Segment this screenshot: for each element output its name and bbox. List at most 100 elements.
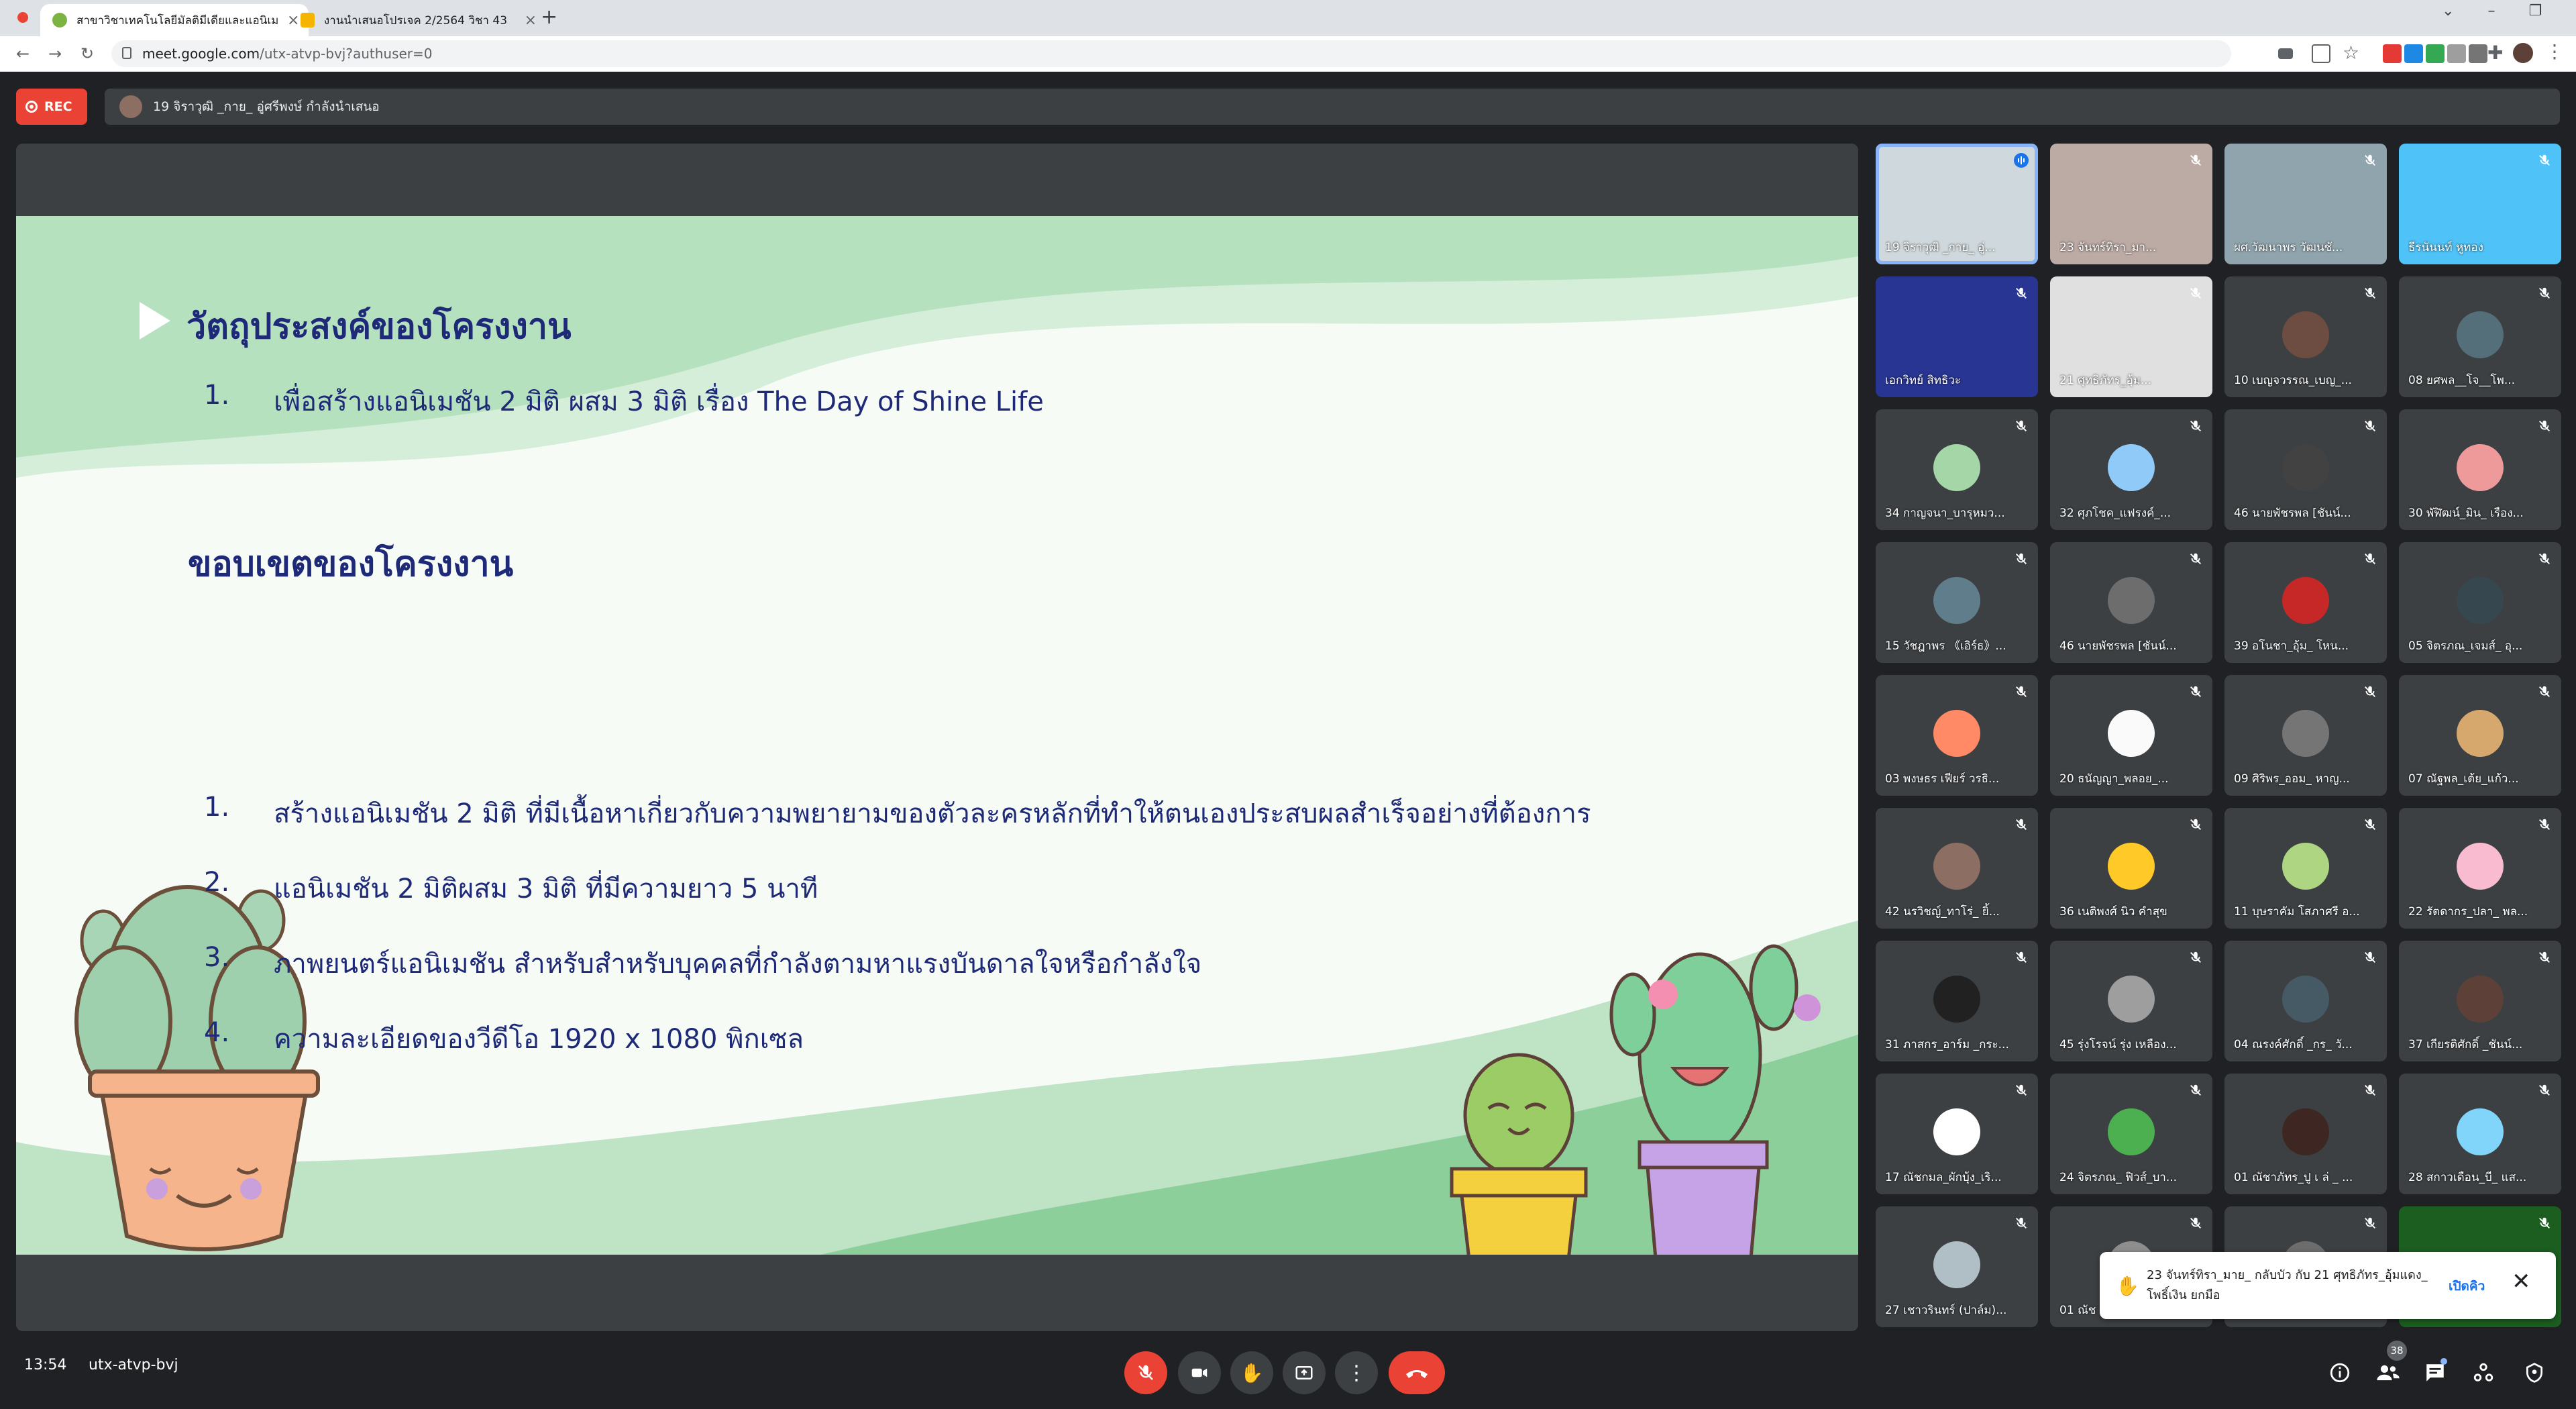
restore-icon[interactable]: ❐ <box>2528 3 2542 19</box>
participant-tile[interactable]: 09 ศิริพร_ออม_ หาญ... <box>2224 675 2387 796</box>
participant-tile[interactable]: 37 เกียรติศักดิ์ _ชันน์... <box>2399 941 2561 1061</box>
presenting-text: 19 จิราวุฒิ _กาย_ อู่ศรีพงษ์ กำลังนำเสนอ <box>153 99 380 114</box>
window-controls: ⌄ – ❐ ✕ <box>2442 3 2576 19</box>
url-path: /utx-atvp-bvj?authuser=0 <box>260 46 433 62</box>
omnibox[interactable]: meet.google.com/utx-atvp-bvj?authuser=0 <box>111 40 2231 67</box>
browser-menu-icon[interactable]: ⋮ <box>2545 40 2564 62</box>
open-queue-button[interactable]: เปิดคิว <box>2449 1276 2485 1296</box>
mic-toggle-button[interactable] <box>1124 1351 1167 1394</box>
participant-name: 45 รุ่งโรจน์ รุ่ง เหลือง... <box>2059 1038 2177 1051</box>
participant-tile[interactable]: 45 รุ่งโรจน์ รุ่ง เหลือง... <box>2050 941 2212 1061</box>
participant-avatar <box>2457 843 2504 890</box>
participant-tile[interactable]: 36 เนติพงศ์ นิว คำสุข <box>2050 808 2212 929</box>
slide-background-art <box>16 216 1858 1255</box>
participant-tile[interactable]: 07 ณัฐพล_เต้ย_แก้ว... <box>2399 675 2561 796</box>
slide-heading-objectives: วัตถุประสงค์ของโครงงาน <box>186 307 572 347</box>
meeting-details-icon[interactable] <box>2322 1355 2357 1390</box>
participant-tile[interactable]: 27 เชาวรินทร์ (ปาล์ม)... <box>1876 1206 2038 1327</box>
participant-tile[interactable]: 30 พัฬิฒน์_มิน_ เรือง... <box>2399 409 2561 530</box>
participant-tile[interactable]: 15 วัชฎาพร 《เอิร์ธ》... <box>1876 542 2038 663</box>
drive-extension-icon[interactable] <box>2426 44 2445 63</box>
mic-muted-icon <box>2014 1216 2029 1231</box>
tab-search-icon[interactable]: ⌄ <box>2442 3 2454 19</box>
camera-toggle-button[interactable] <box>1178 1351 1221 1394</box>
participant-tile[interactable]: 21 ศุทธิภัทร_อุ้ม... <box>2050 276 2212 397</box>
participant-tile[interactable]: 28 สกาวเดือน_บี_ แส... <box>2399 1074 2561 1194</box>
participant-tile[interactable]: 34 กาญจนา_บารุหมว... <box>1876 409 2038 530</box>
scope-number: 2. <box>204 867 230 898</box>
recording-indicator[interactable]: REC <box>16 89 87 125</box>
close-tab-icon[interactable]: × <box>525 12 537 29</box>
close-notification-icon[interactable]: ✕ <box>2512 1268 2531 1295</box>
participant-tile[interactable]: 32 ศุภโชค_แฟรงค์_... <box>2050 409 2212 530</box>
hand-raise-notification: ✋ 23 จันทร์ทิรา_มาย_ กลับบัว กับ 21 ศุทธ… <box>2100 1252 2556 1319</box>
participant-name: 28 สกาวเดือน_บี_ แส... <box>2408 1171 2527 1184</box>
lock-icon[interactable] <box>122 47 131 59</box>
mic-muted-icon <box>2363 419 2377 433</box>
mic-muted-icon <box>2363 817 2377 832</box>
participant-tile[interactable]: เอกวิทย์ สิทธิวะ <box>1876 276 2038 397</box>
participant-tile[interactable]: ผศ.วัฒนาพร วัฒนชั... <box>2224 144 2387 264</box>
participant-tile[interactable]: 11 บุษราคัม โสภาศรี อ... <box>2224 808 2387 929</box>
participant-tile[interactable]: 05 จิตรภณ_เจมส์_ อุ... <box>2399 542 2561 663</box>
participant-name: 19 จิราวุฒิ _กาย_ อู่... <box>1885 241 1996 254</box>
participant-name: 34 กาญจนา_บารุหมว... <box>1885 507 2005 520</box>
raise-hand-button[interactable]: ✋ <box>1230 1351 1273 1394</box>
participant-tile[interactable]: 01 ณัชาภัทร_ปู เ ล่ _ ... <box>2224 1074 2387 1194</box>
participant-tile[interactable]: 42 นรวิชญ์_ทาโร่_ ยิ้... <box>1876 808 2038 929</box>
back-icon[interactable]: ← <box>9 40 36 67</box>
tab-slides[interactable]: งานนำเสนอโปรเจค 2/2564 วิชา 43 × <box>288 4 537 36</box>
participant-tile[interactable]: 08 ยศพล__โจ__โพ... <box>2399 276 2561 397</box>
mic-muted-icon <box>2537 950 2552 965</box>
mic-muted-icon <box>2188 286 2203 301</box>
scope-item: ภาพยนตร์แอนิเมชัน สำหรับสำหรับบุคคลที่กำ… <box>274 949 1202 980</box>
more-options-button[interactable]: ⋮ <box>1335 1351 1378 1394</box>
participant-avatar <box>2108 843 2155 890</box>
tab-meet[interactable]: สาขาวิชาเทคโนโลยีมัลติมีเดียและแอนิเม × <box>40 4 309 36</box>
new-tab-button[interactable]: + <box>541 5 557 29</box>
participant-tile[interactable]: 17 ณัชกมล_ผักบุ้ง_เริ... <box>1876 1074 2038 1194</box>
participant-tile[interactable]: 46 นายพัชรพล [ชันน์... <box>2224 409 2387 530</box>
participant-tile[interactable]: 24 จิตรภณ_ ฟิวส์_บา... <box>2050 1074 2212 1194</box>
participant-tile[interactable]: ธีรนันนท์ หูทอง <box>2399 144 2561 264</box>
share-icon[interactable] <box>2312 44 2330 63</box>
present-screen-button[interactable] <box>1283 1351 1326 1394</box>
grid-extension-icon[interactable] <box>2469 44 2487 63</box>
forward-icon[interactable]: → <box>42 40 68 67</box>
mic-muted-icon <box>2363 684 2377 699</box>
participant-tile[interactable]: 23 จันทร์ทิรา_มา... <box>2050 144 2212 264</box>
people-icon[interactable] <box>2371 1355 2406 1390</box>
participant-avatar <box>1933 976 1980 1023</box>
cast-extension-icon[interactable] <box>2447 44 2466 63</box>
hang-up-icon <box>1406 1370 1428 1378</box>
meet-extension-icon[interactable] <box>2404 44 2423 63</box>
participant-tile[interactable]: 31 ภาสกร_อาร์ม _กระ... <box>1876 941 2038 1061</box>
participant-tile[interactable]: 19 จิราวุฒิ _กาย_ อู่... <box>1876 144 2038 264</box>
activities-icon[interactable] <box>2466 1355 2501 1390</box>
chat-icon[interactable] <box>2418 1355 2453 1390</box>
participant-tile[interactable]: 03 พงษธร เฟียร์ วรธิ... <box>1876 675 2038 796</box>
profile-avatar[interactable] <box>2513 43 2533 63</box>
presenter-avatar <box>119 95 142 118</box>
host-controls-icon[interactable] <box>2517 1355 2552 1390</box>
participant-tile[interactable]: 10 เบญจวรรณ_เบญ_... <box>2224 276 2387 397</box>
record-icon <box>25 101 38 113</box>
participant-avatar <box>2282 444 2329 491</box>
participant-tile[interactable]: 04 ณรงค์ศักดิ์ _กร_ วั... <box>2224 941 2387 1061</box>
reload-icon[interactable]: ↻ <box>74 40 101 67</box>
minimize-icon[interactable]: – <box>2487 3 2495 19</box>
participant-name: 05 จิตรภณ_เจมส์_ อุ... <box>2408 639 2523 653</box>
extensions-puzzle-icon[interactable]: ✚ <box>2487 42 2503 64</box>
participant-tile[interactable]: 20 ธนัญญา_พลอย_... <box>2050 675 2212 796</box>
camera-permission-icon[interactable] <box>2278 48 2293 59</box>
participant-tile[interactable]: 46 นายพัชรพล [ชันน์... <box>2050 542 2212 663</box>
participant-name: 01 ณัชาภัทร_ปู เ ล่ _ ... <box>2234 1171 2353 1184</box>
participant-tile[interactable]: 22 รัตดากร_ปลา_ พล... <box>2399 808 2561 929</box>
participant-tile[interactable]: 39 อโนชา_อุ้ม_ โหน... <box>2224 542 2387 663</box>
leave-call-button[interactable] <box>1389 1351 1445 1394</box>
participant-avatar <box>2282 577 2329 624</box>
participant-avatar <box>1933 710 1980 757</box>
pdf-extension-icon[interactable] <box>2383 44 2402 63</box>
participant-avatar <box>2282 976 2329 1023</box>
bookmark-star-icon[interactable]: ☆ <box>2343 42 2359 64</box>
